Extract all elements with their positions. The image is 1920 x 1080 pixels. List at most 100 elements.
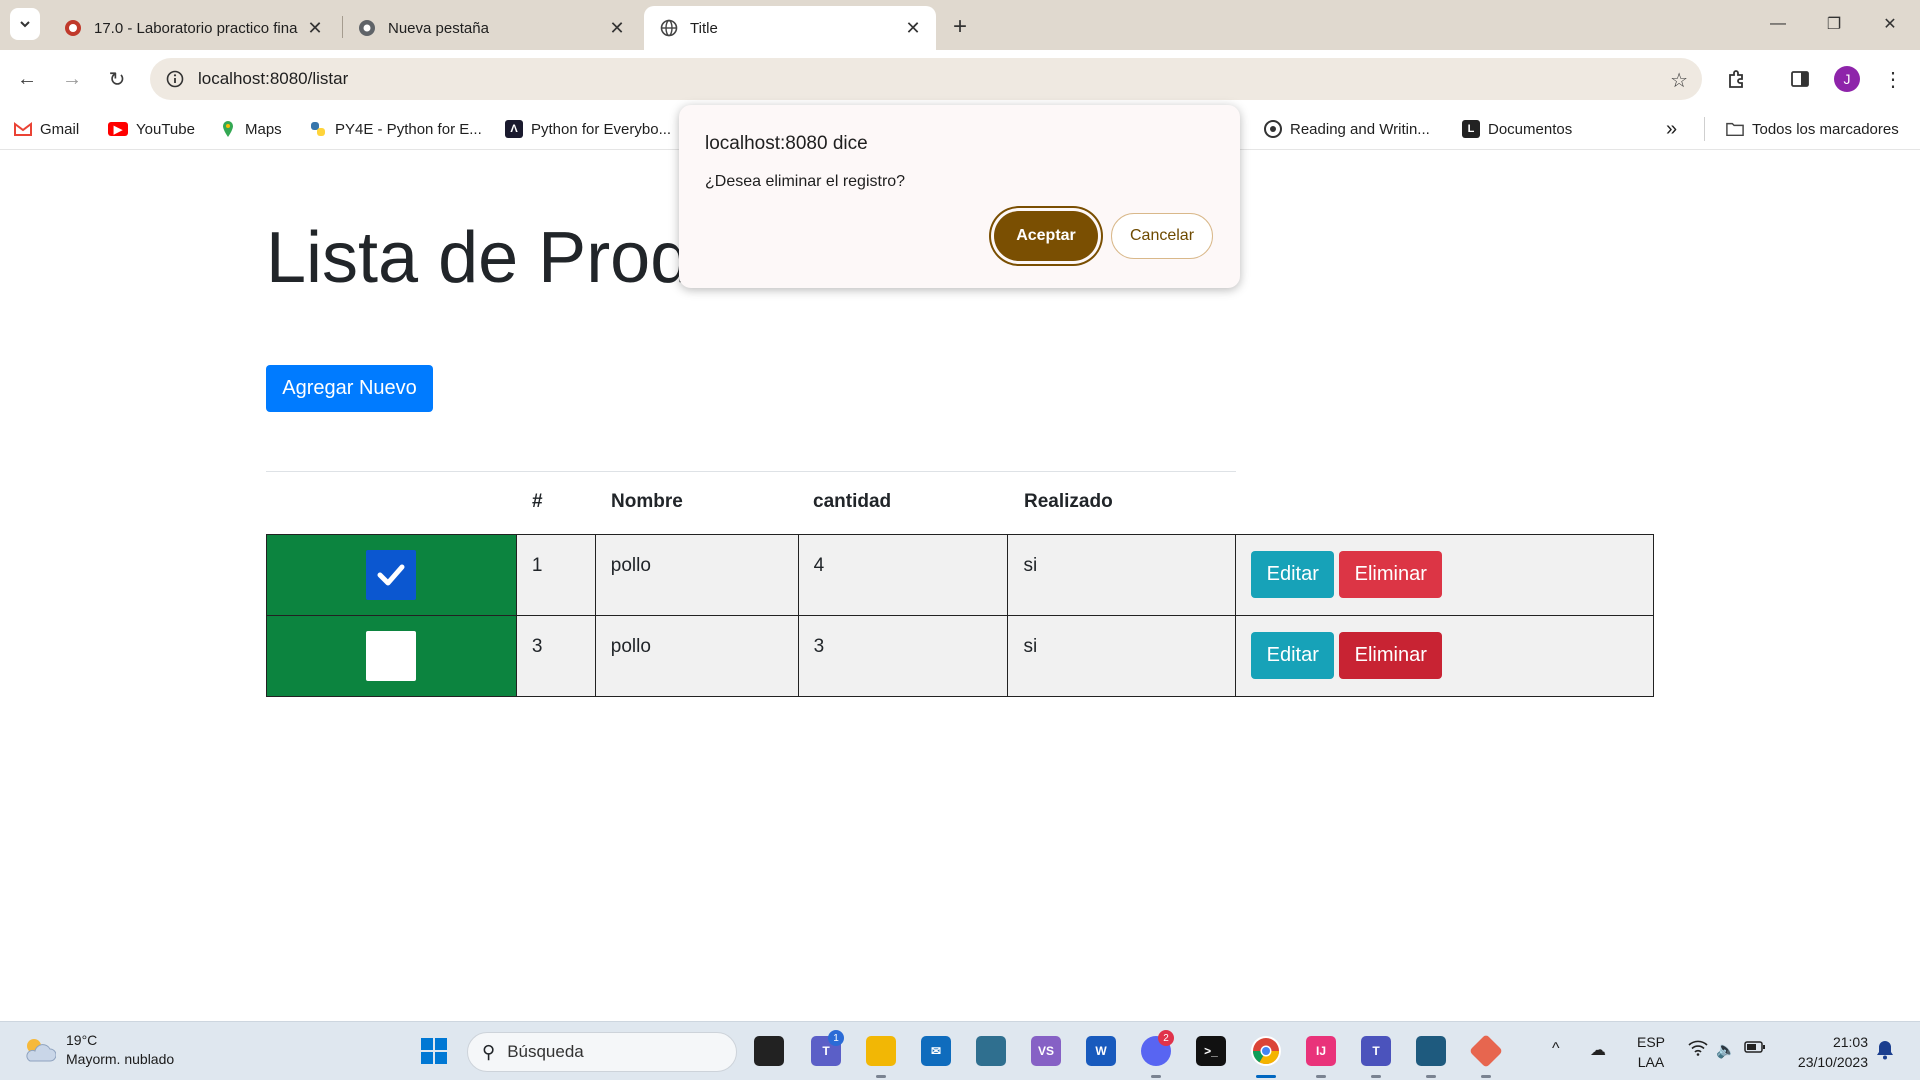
weather-widget[interactable]: 19°C Mayorm. nublado <box>22 1031 174 1069</box>
bookmark-label: Todos los marcadores <box>1752 120 1899 138</box>
cell-cantidad: 4 <box>797 534 1009 616</box>
column-header-realizado: Realizado <box>1024 491 1113 512</box>
side-panel-icon[interactable] <box>1783 62 1817 96</box>
url-text: localhost:8080/listar <box>198 69 349 88</box>
running-indicator <box>1426 1075 1436 1078</box>
photos-icon[interactable] <box>976 1036 1006 1066</box>
running-indicator <box>1151 1075 1161 1078</box>
bookmark-label: Maps <box>245 120 282 138</box>
close-tab-icon[interactable]: ✕ <box>898 13 928 43</box>
all-bookmarks[interactable]: Todos los marcadores <box>1726 118 1899 140</box>
avatar: J <box>1834 66 1860 92</box>
bookmark-gmail[interactable]: Gmail <box>14 118 79 140</box>
checkmark-icon <box>377 564 405 586</box>
bookmark-label: PY4E - Python for E... <box>335 120 482 138</box>
coursera-icon: Λ <box>505 120 523 138</box>
tab-title: Title <box>690 19 718 37</box>
edit-button[interactable]: Editar <box>1251 551 1335 598</box>
row-checkbox[interactable] <box>366 550 417 600</box>
word-icon[interactable]: W <box>1086 1036 1116 1066</box>
bookmark-label: Gmail <box>40 120 80 138</box>
language-code: ESP <box>1636 1034 1665 1050</box>
row-checkbox[interactable] <box>366 631 417 681</box>
dialog-message: ¿Desea eliminar el registro? <box>705 173 906 190</box>
tab-laboratorio[interactable]: 17.0 - Laboratorio practico fina ✕ <box>48 6 338 50</box>
back-arrow-icon[interactable]: ← <box>10 62 44 96</box>
bookmark-label: Reading and Writin... <box>1290 120 1430 138</box>
minimize-icon[interactable]: — <box>1750 8 1806 40</box>
maps-icon <box>219 120 237 138</box>
delete-button[interactable]: Eliminar <box>1339 632 1443 679</box>
tab-title: 17.0 - Laboratorio practico fina <box>94 19 298 37</box>
teams-icon[interactable]: T <box>1361 1036 1391 1066</box>
mail-icon[interactable]: ✉ <box>921 1036 951 1066</box>
task-view-icon[interactable] <box>754 1036 784 1066</box>
mysql-workbench-icon[interactable] <box>1416 1036 1446 1066</box>
confirm-dialog: localhost:8080 dice ¿Desea eliminar el r… <box>679 105 1240 288</box>
bookmark-label: Documentos <box>1488 120 1573 138</box>
clock-date: 23/10/2023 <box>1797 1054 1868 1070</box>
notification-bell-icon[interactable] <box>1876 1040 1894 1065</box>
taskbar-search[interactable]: ⚲ Búsqueda <box>467 1032 737 1072</box>
cancel-button[interactable]: Cancelar <box>1111 213 1213 259</box>
bookmark-documentos[interactable]: L Documentos <box>1462 118 1572 140</box>
new-tab-button[interactable]: + <box>945 12 975 42</box>
search-placeholder: Búsqueda <box>507 1042 584 1061</box>
menu-kebab-icon[interactable]: ⋮ <box>1876 62 1910 96</box>
tab-nueva-pestana[interactable]: Nueva pestaña ✕ <box>342 6 640 50</box>
close-window-icon[interactable]: ✕ <box>1862 8 1918 40</box>
chrome-taskbar-icon[interactable] <box>1251 1036 1281 1066</box>
tab-search-button[interactable] <box>10 8 40 40</box>
site-favicon-icon <box>64 19 82 37</box>
running-indicator <box>1371 1075 1381 1078</box>
chevron-up-icon[interactable]: ^ <box>1552 1040 1560 1058</box>
bookmark-youtube[interactable]: ▶ YouTube <box>108 118 195 140</box>
file-explorer-icon[interactable] <box>866 1036 896 1066</box>
close-tab-icon[interactable]: ✕ <box>300 13 330 43</box>
tab-title-active[interactable]: Title ✕ <box>644 6 936 50</box>
restore-icon[interactable]: ❐ <box>1806 8 1862 40</box>
profile-avatar[interactable]: J <box>1830 62 1864 96</box>
bookmark-reading[interactable]: Reading and Writin... <box>1264 118 1430 140</box>
globe-icon <box>660 19 678 37</box>
accept-button[interactable]: Aceptar <box>994 211 1098 261</box>
forward-arrow-icon[interactable]: → <box>55 62 89 96</box>
delete-button[interactable]: Eliminar <box>1339 551 1443 598</box>
volume-icon[interactable]: 🔈 <box>1716 1040 1736 1060</box>
cell-cantidad: 3 <box>797 615 1009 697</box>
table-row: 3 pollo 3 si Editar Eliminar <box>266 615 1654 697</box>
edit-button[interactable]: Editar <box>1251 632 1335 679</box>
wifi-icon[interactable] <box>1688 1040 1708 1061</box>
system-clock[interactable]: 21:03 23/10/2023 <box>1788 1032 1868 1072</box>
intellij-icon[interactable]: IJ <box>1306 1036 1336 1066</box>
extensions-icon[interactable] <box>1719 62 1753 96</box>
active-indicator <box>1256 1075 1276 1078</box>
address-bar[interactable]: localhost:8080/listar ☆ <box>150 58 1702 100</box>
bookmark-python-everybody[interactable]: Λ Python for Everybo... <box>505 118 671 140</box>
gmail-icon <box>14 120 32 138</box>
windows-start-icon[interactable] <box>419 1036 449 1066</box>
onedrive-icon[interactable]: ☁ <box>1590 1040 1606 1060</box>
cell-id: 3 <box>515 615 596 697</box>
chevron-down-icon <box>20 21 30 28</box>
site-info-icon[interactable] <box>164 68 186 90</box>
bookmark-py4e[interactable]: PY4E - Python for E... <box>309 118 482 140</box>
battery-icon[interactable] <box>1744 1040 1766 1059</box>
language-indicator[interactable]: ESP LAA <box>1636 1032 1666 1072</box>
tab-bar: 17.0 - Laboratorio practico fina ✕ Nueva… <box>0 0 1920 50</box>
bookmark-star-icon[interactable]: ☆ <box>1670 68 1688 93</box>
reading-site-icon <box>1264 120 1282 138</box>
close-tab-icon[interactable]: ✕ <box>602 13 632 43</box>
cell-actions: Editar Eliminar <box>1235 615 1654 697</box>
cell-nombre: pollo <box>594 615 799 697</box>
visual-studio-icon[interactable]: VS <box>1031 1036 1061 1066</box>
column-header-nombre: Nombre <box>611 491 683 512</box>
dialog-origin: localhost:8080 dice <box>705 133 868 154</box>
bookmarks-overflow-icon[interactable]: » <box>1666 118 1677 140</box>
bookmark-maps[interactable]: Maps <box>219 118 282 140</box>
add-new-button[interactable]: Agregar Nuevo <box>266 365 433 412</box>
terminal-icon[interactable]: >_ <box>1196 1036 1226 1066</box>
document-icon: L <box>1462 120 1480 138</box>
reload-icon[interactable]: ↻ <box>100 62 134 96</box>
git-icon[interactable] <box>1469 1034 1503 1068</box>
